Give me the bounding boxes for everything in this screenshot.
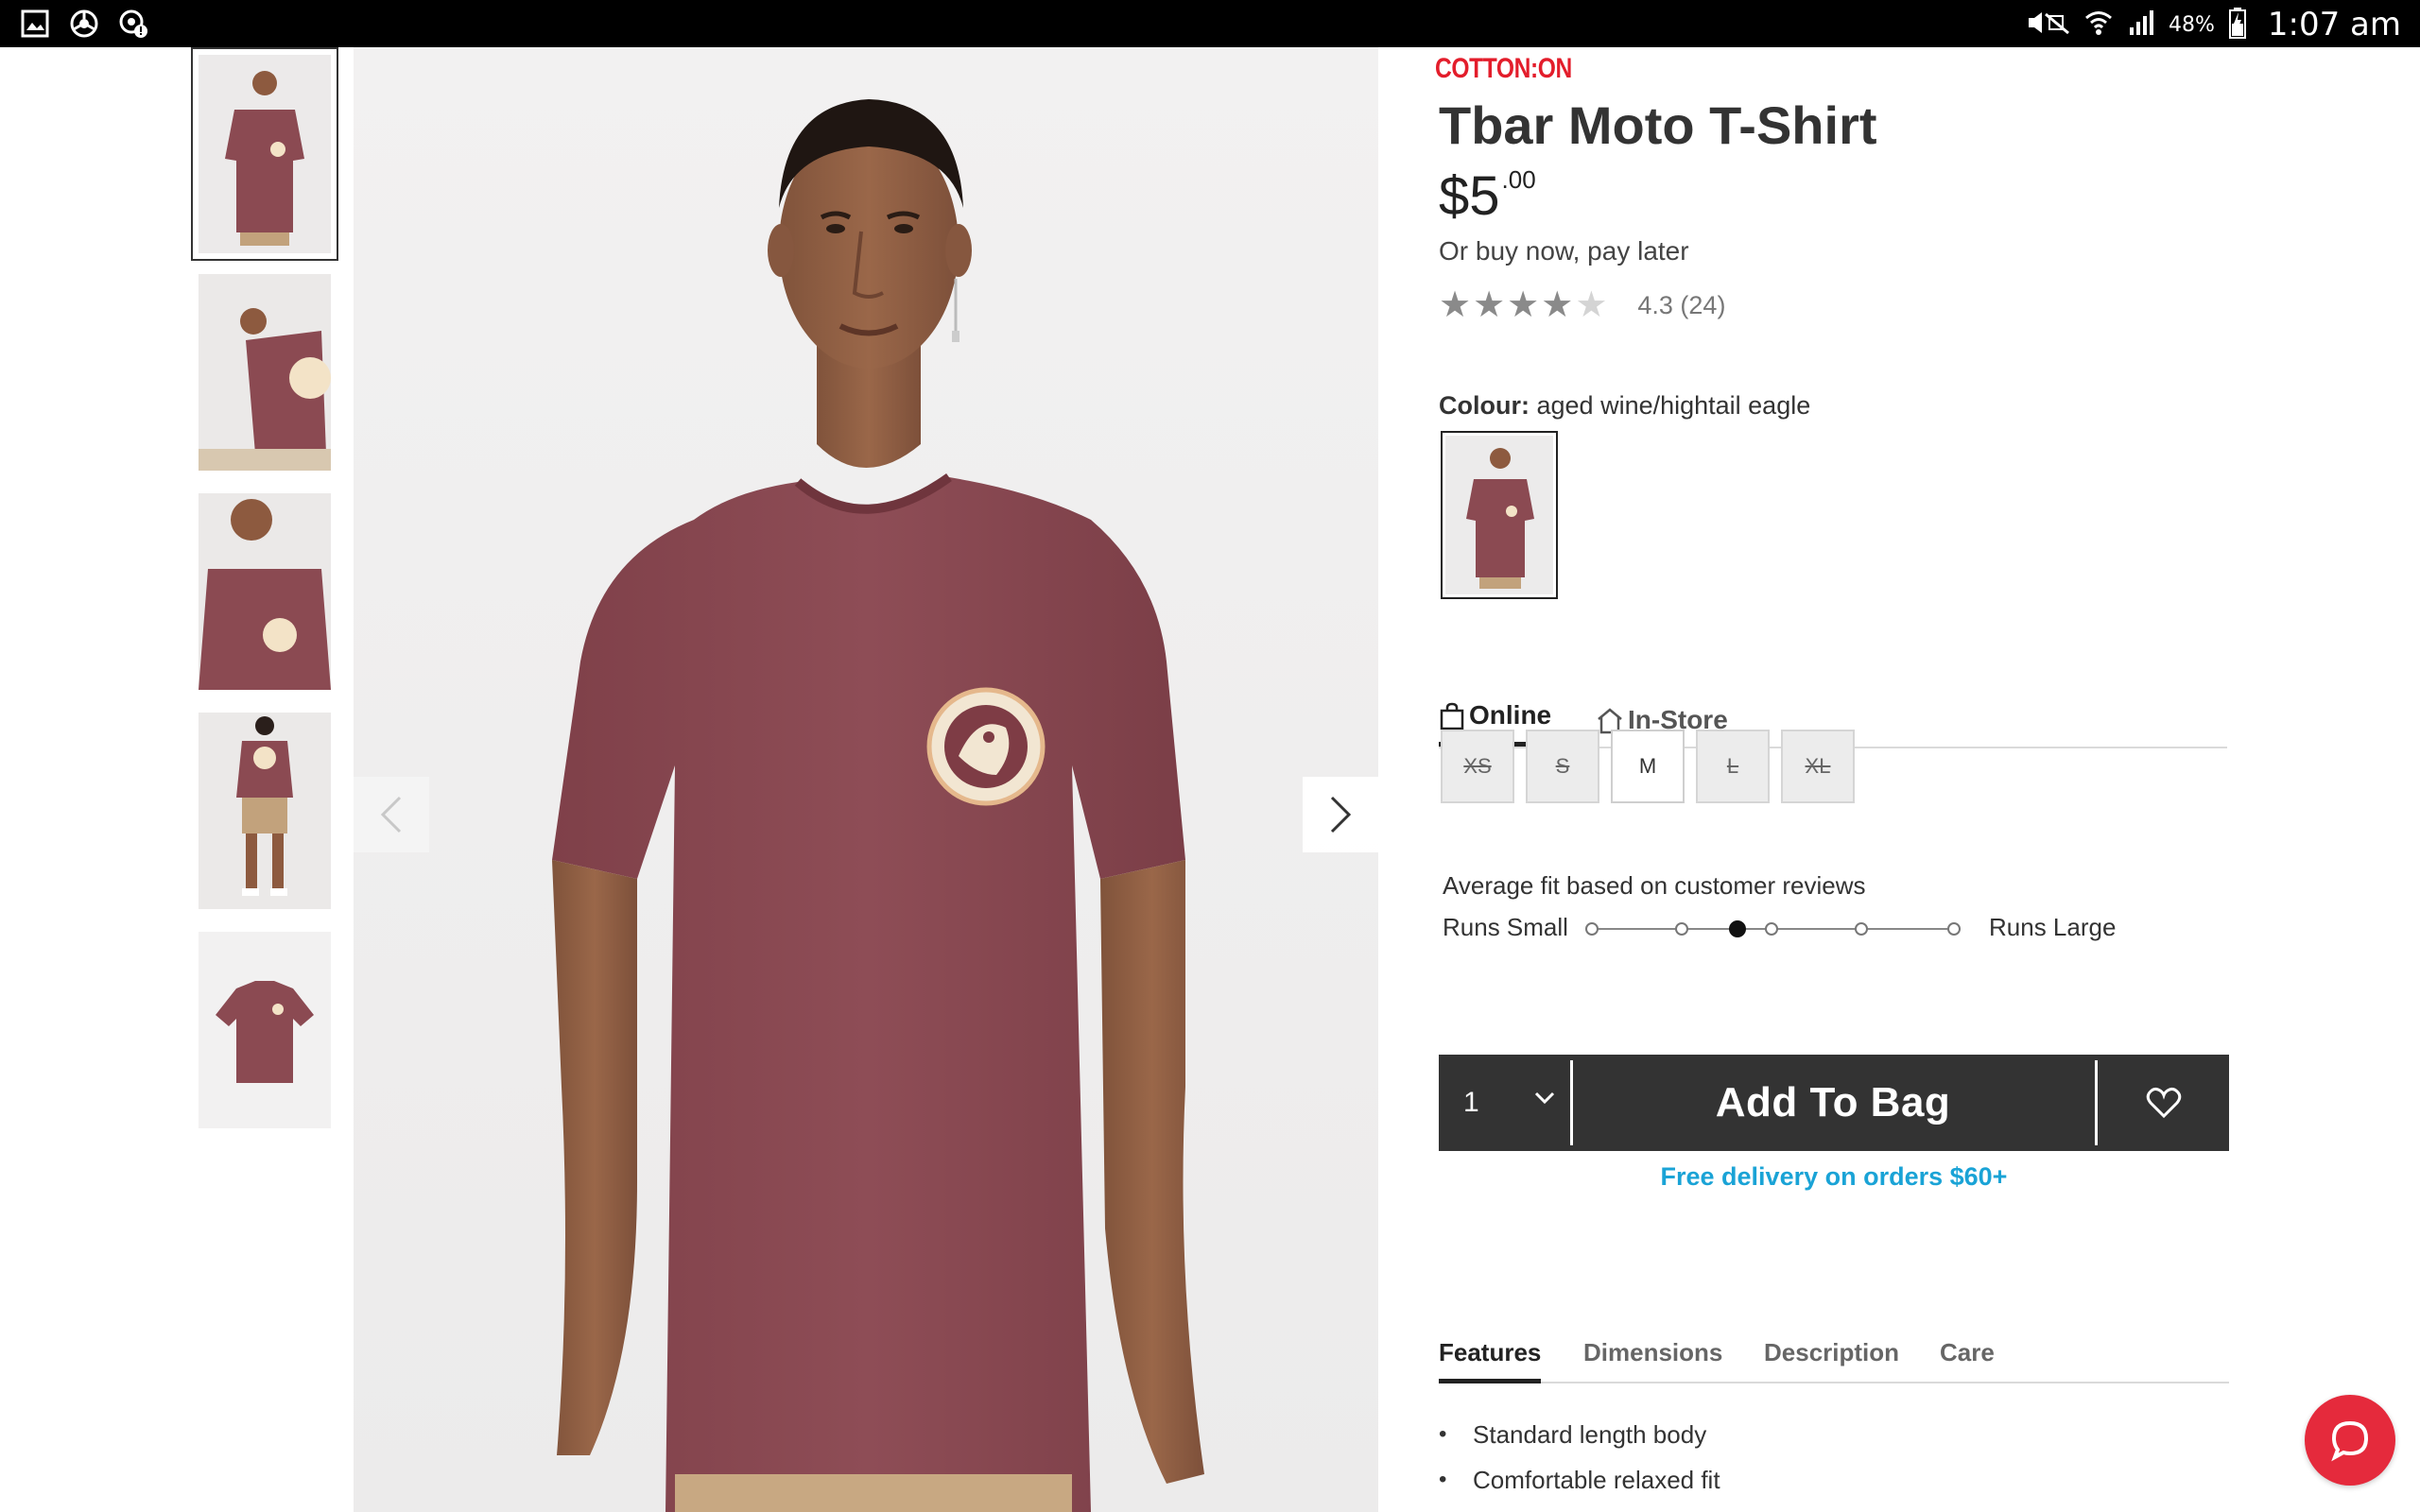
battery-percentage: 48% — [2168, 12, 2215, 37]
buy-bar: 1 Add To Bag — [1439, 1055, 2229, 1151]
brand-logo[interactable]: COTTON:ON — [1435, 53, 1572, 85]
list-item: Set in sleeve shape — [1439, 1503, 1720, 1512]
add-to-bag-button[interactable]: Add To Bag — [1573, 1055, 2093, 1151]
wifi-icon — [2083, 8, 2114, 42]
size-m-button[interactable]: M — [1611, 730, 1685, 803]
size-s-button[interactable]: S — [1526, 730, 1599, 803]
heart-icon — [2146, 1087, 2181, 1119]
fit-title: Average fit based on customer reviews — [1443, 871, 1866, 900]
quantity-select[interactable]: 1 — [1439, 1055, 1571, 1151]
list-item: Standard length body — [1439, 1412, 1720, 1457]
main-product-image[interactable] — [354, 47, 1378, 1512]
chevron-right-icon — [1330, 796, 1352, 833]
size-selector: XS S M L XL — [1441, 730, 1855, 803]
thumbnail-closeup[interactable] — [199, 493, 331, 690]
fit-runs-large: Runs Large — [1989, 913, 2117, 941]
fit-dot — [1585, 922, 1599, 936]
size-xl-button[interactable]: XL — [1781, 730, 1855, 803]
system-status: 48% 1:07 am — [2027, 4, 2401, 45]
star-icon: ★ — [1541, 285, 1574, 325]
prev-image-button[interactable] — [354, 777, 429, 852]
tab-features[interactable]: Features — [1439, 1338, 1542, 1383]
thumbnail-front[interactable] — [191, 47, 338, 261]
shopping-bag-icon — [1440, 702, 1464, 730]
tab-description[interactable]: Description — [1764, 1338, 1899, 1383]
chrome-alert-icon — [117, 8, 149, 40]
gallery-icon — [19, 8, 51, 40]
status-bar: 48% 1:07 am — [0, 0, 2420, 47]
tab-care[interactable]: Care — [1940, 1338, 1995, 1383]
colour-swatch-selected[interactable] — [1441, 431, 1558, 599]
fit-runs-small: Runs Small — [1443, 913, 1568, 941]
price-dollars: $5 — [1439, 165, 1500, 227]
signal-icon — [2127, 9, 2155, 41]
product-price: $5.00 — [1439, 164, 1536, 228]
chevron-left-icon — [380, 796, 402, 833]
star-icon: ★ — [1507, 285, 1540, 325]
star-empty-icon: ★ — [1575, 285, 1608, 325]
shirt-shape — [225, 110, 304, 232]
thumbnail-flatlay[interactable] — [199, 932, 331, 1128]
pay-later-text[interactable]: Or buy now, pay later — [1439, 236, 1689, 266]
quantity-value: 1 — [1463, 1087, 1479, 1118]
battery-icon — [2228, 7, 2247, 43]
chevron-down-icon — [1534, 1091, 1555, 1105]
size-l-button[interactable]: L — [1696, 730, 1770, 803]
clock: 1:07 am — [2267, 6, 2401, 43]
fit-scale: Runs Small Runs Large — [1443, 913, 2161, 951]
size-xs-button[interactable]: XS — [1441, 730, 1514, 803]
product-info-tabs: Features Dimensions Description Care — [1439, 1317, 2229, 1383]
thumbnail-back-seated[interactable] — [199, 274, 331, 471]
colour-label-key: Colour: — [1439, 391, 1530, 420]
chat-button[interactable] — [2305, 1395, 2395, 1486]
notification-icons — [19, 8, 149, 40]
eagle-logo-patch — [926, 687, 1046, 806]
fit-dot — [1675, 922, 1688, 936]
list-item: Comfortable relaxed fit — [1439, 1457, 1720, 1503]
price-cents: .00 — [1501, 165, 1536, 194]
star-icon: ★ — [1439, 285, 1472, 325]
product-title: Tbar Moto T-Shirt — [1439, 95, 1877, 155]
colour-label: Colour: aged wine/hightail eagle — [1439, 391, 1810, 421]
mute-icon — [2027, 9, 2070, 41]
star-icon: ★ — [1473, 285, 1506, 325]
fit-dot-selected — [1729, 920, 1746, 937]
rating[interactable]: ★ ★ ★ ★ ★ 4.3 (24) — [1439, 287, 1725, 323]
free-delivery-link[interactable]: Free delivery on orders $60+ — [1439, 1162, 2229, 1192]
fit-track — [1585, 920, 1961, 937]
colour-value: aged wine/hightail eagle — [1536, 391, 1811, 420]
wishlist-button[interactable] — [2098, 1055, 2229, 1151]
next-image-button[interactable] — [1303, 777, 1378, 852]
fit-dot — [1855, 922, 1868, 936]
chat-bubble-icon — [2331, 1420, 2369, 1462]
tab-dimensions[interactable]: Dimensions — [1583, 1338, 1722, 1383]
chrome-icon — [68, 8, 100, 40]
tab-online-label: Online — [1469, 700, 1552, 730]
features-list: Standard length body Comfortable relaxed… — [1439, 1412, 1720, 1512]
fit-dot — [1947, 922, 1961, 936]
fit-dot — [1765, 922, 1778, 936]
thumbnail-back-full[interactable] — [199, 713, 331, 909]
rating-count: 4.3 (24) — [1637, 290, 1726, 319]
